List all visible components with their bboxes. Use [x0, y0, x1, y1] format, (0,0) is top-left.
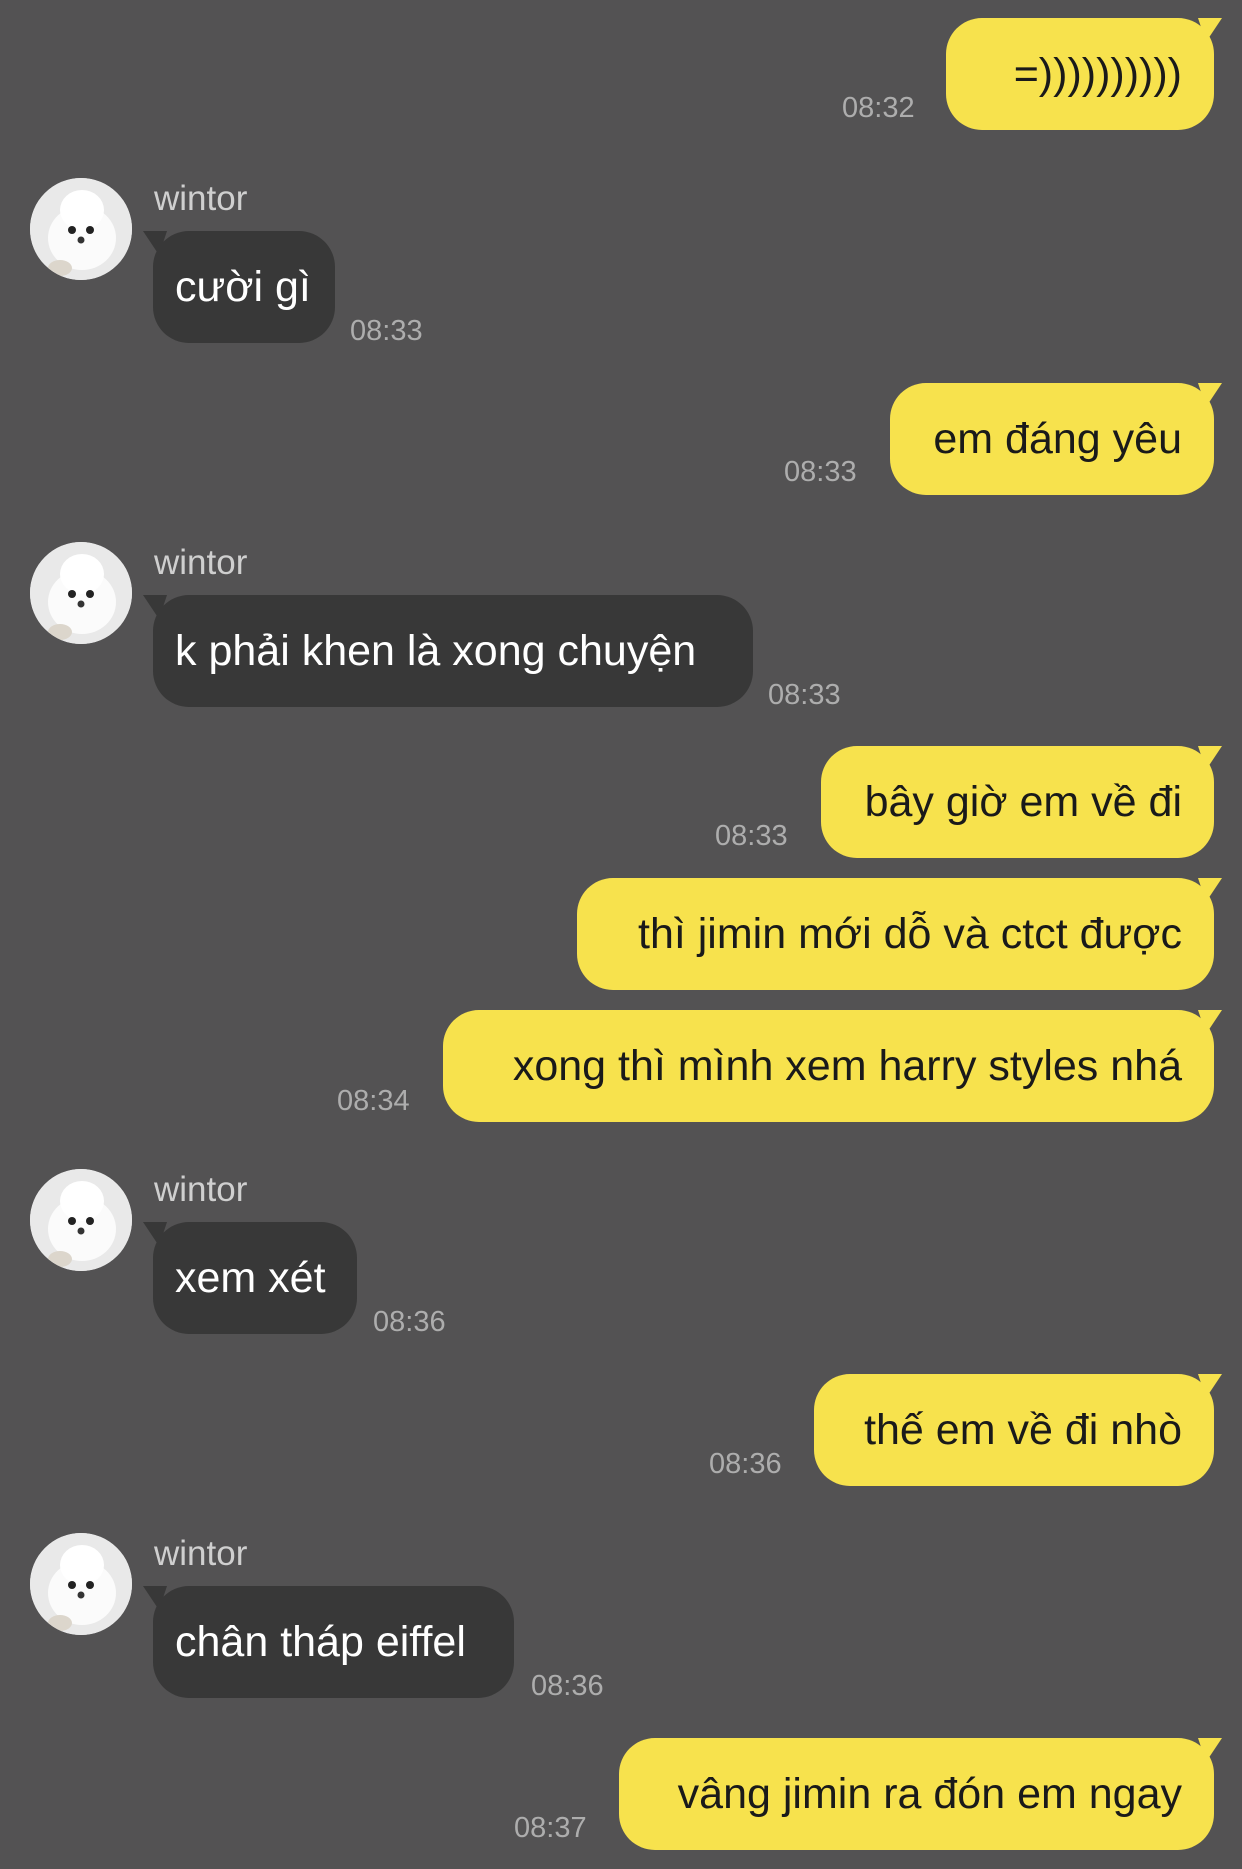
message-timestamp: 08:33 [768, 679, 841, 711]
contact-avatar[interactable] [30, 1169, 132, 1271]
contact-avatar[interactable] [30, 1533, 132, 1635]
message-text: chân tháp eiffel [175, 1618, 466, 1666]
incoming-message-bubble[interactable]: chân tháp eiffel [143, 1586, 514, 1698]
message-text: cười gì [175, 263, 311, 311]
message-text: =)))))))))) [1013, 50, 1182, 98]
bubble-tail-icon [143, 231, 167, 255]
incoming-message-bubble[interactable]: k phải khen là xong chuyện [143, 595, 753, 707]
sender-name: wintor [154, 179, 248, 218]
white-dog-avatar-icon [30, 542, 132, 644]
bubble-tail-icon [143, 595, 167, 619]
bubble-tail-icon [1198, 1738, 1222, 1762]
message-text: xong thì mình xem harry styles nhá [512, 1042, 1182, 1090]
message-text: thế em về đi nhò [864, 1406, 1182, 1454]
bubble-tail-icon [1198, 1010, 1222, 1034]
contact-avatar[interactable] [30, 178, 132, 280]
message-text: xem xét [175, 1254, 326, 1302]
outgoing-message-bubble[interactable]: thế em về đi nhò [814, 1374, 1222, 1486]
incoming-message-bubble[interactable]: cười gì [143, 231, 335, 343]
white-dog-avatar-icon [30, 178, 132, 280]
message-timestamp: 08:32 [842, 92, 915, 124]
outgoing-message-bubble[interactable]: em đáng yêu [890, 383, 1222, 495]
white-dog-avatar-icon [30, 1169, 132, 1271]
bubble-tail-icon [1198, 878, 1222, 902]
message-timestamp: 08:33 [350, 315, 423, 347]
message-timestamp: 08:36 [373, 1306, 446, 1338]
outgoing-message-bubble[interactable]: thì jimin mới dỗ và ctct được [577, 878, 1222, 990]
message-timestamp: 08:36 [531, 1670, 604, 1702]
message-timestamp: 08:36 [709, 1448, 782, 1480]
incoming-message-bubble[interactable]: xem xét [143, 1222, 357, 1334]
outgoing-message-bubble[interactable]: bây giờ em về đi [821, 746, 1222, 858]
sender-name: wintor [154, 1534, 248, 1573]
message-text: bây giờ em về đi [864, 778, 1182, 826]
bubble-tail-icon [1198, 1374, 1222, 1398]
message-timestamp: 08:34 [337, 1085, 410, 1117]
sender-name: wintor [154, 543, 248, 582]
bubble-tail-icon [1198, 18, 1222, 42]
bubble-tail-icon [143, 1222, 167, 1246]
sender-name: wintor [154, 1170, 248, 1209]
message-timestamp: 08:33 [784, 456, 857, 488]
message-text: thì jimin mới dỗ và ctct được [638, 910, 1182, 958]
message-text: k phải khen là xong chuyện [175, 627, 697, 675]
message-timestamp: 08:37 [514, 1812, 587, 1844]
outgoing-message-bubble[interactable]: vâng jimin ra đón em ngay [619, 1738, 1222, 1850]
chat-log: =)))))))))) 08:32 wintor cười gì 08:33 e… [0, 0, 1242, 1869]
bubble-tail-icon [143, 1586, 167, 1610]
outgoing-message-bubble[interactable]: =)))))))))) [946, 18, 1222, 130]
white-dog-avatar-icon [30, 1533, 132, 1635]
message-text: em đáng yêu [933, 415, 1182, 463]
contact-avatar[interactable] [30, 542, 132, 644]
bubble-tail-icon [1198, 746, 1222, 770]
message-timestamp: 08:33 [715, 820, 788, 852]
outgoing-message-bubble[interactable]: xong thì mình xem harry styles nhá [443, 1010, 1222, 1122]
message-text: vâng jimin ra đón em ngay [677, 1770, 1182, 1818]
bubble-tail-icon [1198, 383, 1222, 407]
